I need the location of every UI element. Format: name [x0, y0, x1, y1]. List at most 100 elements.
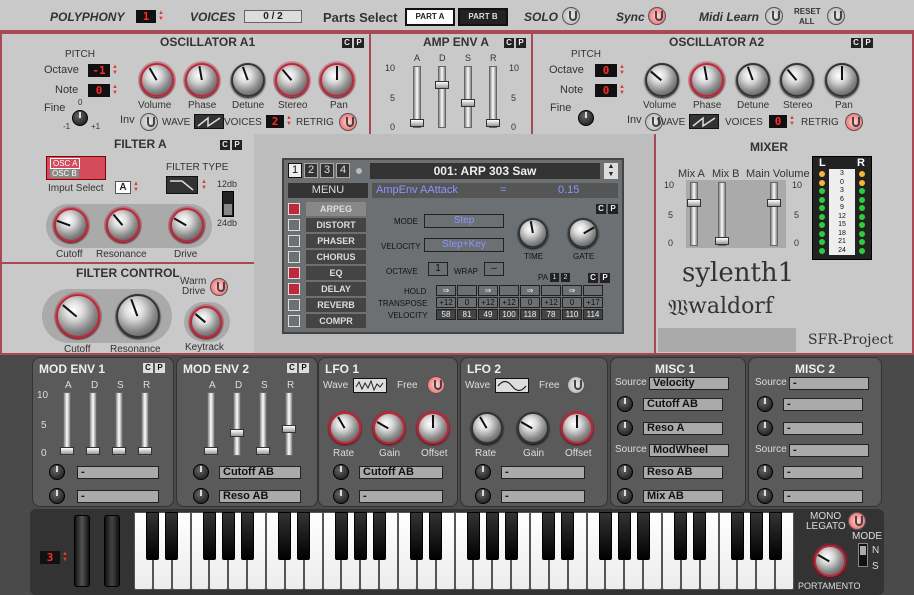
slider-cap[interactable] — [86, 447, 100, 455]
destination-2b[interactable]: Mix AB — [643, 490, 723, 503]
phase-knob[interactable] — [185, 63, 219, 97]
pa-button-1[interactable]: 1 — [550, 273, 559, 282]
portamento-knob[interactable] — [814, 545, 846, 577]
slider-cap[interactable] — [112, 447, 126, 455]
decay-slider[interactable] — [230, 392, 244, 456]
destination-1a[interactable]: - — [783, 398, 863, 411]
reset-all-power-icon[interactable] — [827, 7, 845, 25]
amount-knob-2a[interactable] — [617, 464, 633, 480]
checkbox-checked-icon[interactable] — [288, 203, 300, 215]
gain-knob[interactable] — [517, 412, 549, 444]
black-key[interactable] — [617, 512, 631, 560]
hold-arrow-icon[interactable]: ⇒ — [478, 285, 498, 296]
paste-button[interactable]: P — [299, 363, 309, 373]
hold-arrow-icon[interactable]: ⇒ — [562, 285, 582, 296]
volume-knob[interactable] — [140, 63, 174, 97]
velocity-cell[interactable]: 114 — [583, 309, 603, 320]
hold-arrow-icon[interactable]: ⇒ — [520, 285, 540, 296]
midi-learn-power-icon[interactable] — [765, 7, 783, 25]
black-key[interactable] — [561, 512, 575, 560]
tab-3[interactable]: 3 — [320, 163, 334, 178]
source-1[interactable]: Velocity — [649, 377, 729, 390]
amount-knob-2[interactable] — [193, 488, 209, 504]
destination-2[interactable]: - — [501, 490, 585, 503]
source-2[interactable]: ModWheel — [649, 444, 729, 457]
velocity-cell[interactable]: 110 — [562, 309, 582, 320]
note-stepper-icon[interactable]: ▲ ▼ — [619, 84, 625, 97]
stereo-knob[interactable] — [275, 63, 309, 97]
polyphony-value[interactable]: 1 — [136, 10, 156, 23]
mix-a-slider[interactable] — [687, 182, 701, 246]
amount-knob-2[interactable] — [333, 488, 349, 504]
sync-power-icon[interactable] — [648, 7, 666, 25]
black-key[interactable] — [429, 512, 443, 560]
transpose-cell[interactable]: +12 — [478, 297, 498, 308]
attack-slider[interactable] — [60, 392, 74, 456]
source-2[interactable]: - — [789, 444, 869, 457]
tab-4[interactable]: 4 — [336, 163, 350, 178]
mod-wheel[interactable] — [104, 515, 120, 587]
cutoff-knob[interactable] — [56, 294, 100, 338]
slider-cap[interactable] — [715, 237, 729, 245]
wave-selector[interactable] — [689, 114, 719, 129]
stereo-knob[interactable] — [780, 63, 814, 97]
hold-arrow-icon[interactable] — [583, 285, 603, 296]
fx-menu-item[interactable]: DISTORT — [288, 218, 368, 232]
copy-button-2[interactable]: C — [588, 273, 598, 283]
time-knob[interactable] — [518, 218, 548, 248]
note-stepper-icon[interactable]: ▲ ▼ — [112, 84, 118, 97]
sustain-slider[interactable] — [112, 392, 126, 456]
black-key[interactable] — [221, 512, 235, 560]
amount-knob-1[interactable] — [475, 464, 491, 480]
offset-knob[interactable] — [561, 412, 593, 444]
detune-knob[interactable] — [231, 63, 265, 97]
phase-knob[interactable] — [690, 63, 724, 97]
black-key[interactable] — [693, 512, 707, 560]
slope-switch[interactable] — [222, 191, 234, 217]
black-key[interactable] — [636, 512, 650, 560]
cutoff-knob[interactable] — [54, 208, 88, 242]
copy-button[interactable]: C — [851, 38, 861, 48]
switch-thumb[interactable] — [224, 204, 232, 215]
black-key[interactable] — [730, 512, 745, 560]
black-key[interactable] — [165, 512, 179, 560]
fx-menu-item[interactable]: REVERB — [288, 298, 368, 312]
fx-menu-item[interactable]: ARPEG — [288, 202, 368, 216]
destination-2[interactable]: - — [77, 490, 159, 503]
pa-button-2[interactable]: 2 — [561, 273, 570, 282]
source-1[interactable]: - — [789, 377, 869, 390]
fx-menu-item[interactable]: COMPR — [288, 314, 368, 328]
copy-button[interactable]: C — [596, 204, 606, 214]
hold-arrow-icon[interactable]: ⇒ — [436, 285, 456, 296]
attack-slider[interactable] — [410, 66, 424, 128]
filter-type-selector[interactable] — [166, 176, 198, 194]
input-select-value[interactable]: A — [115, 181, 131, 194]
velocity-cell[interactable]: 58 — [436, 309, 456, 320]
keytrack-knob[interactable] — [190, 306, 222, 338]
slider-cap[interactable] — [230, 429, 244, 437]
main-volume-slider[interactable] — [767, 182, 781, 246]
drive-knob[interactable] — [170, 208, 204, 242]
mode-switch[interactable] — [858, 543, 868, 567]
checkbox-icon[interactable] — [288, 235, 300, 247]
sustain-slider[interactable] — [256, 392, 270, 456]
black-key[interactable] — [674, 512, 688, 560]
fine-knob[interactable] — [72, 110, 88, 126]
octave-field[interactable]: 1 — [428, 262, 448, 276]
checkbox-icon[interactable] — [288, 219, 300, 231]
copy-button[interactable]: C — [143, 363, 153, 373]
lfo-wave-selector[interactable] — [495, 378, 529, 393]
fx-menu-item[interactable]: PHASER — [288, 234, 368, 248]
black-key[interactable] — [410, 512, 424, 560]
amount-knob-2[interactable] — [49, 488, 65, 504]
transpose-cell[interactable]: 0 — [520, 297, 540, 308]
sustain-slider[interactable] — [461, 66, 475, 128]
part-b-button[interactable]: PART B — [458, 8, 508, 26]
black-key[interactable] — [278, 512, 292, 560]
pitch-wheel[interactable] — [74, 515, 90, 587]
octave-stepper-icon[interactable]: ▲ ▼ — [112, 64, 118, 77]
mix-b-slider[interactable] — [715, 182, 729, 246]
destination-2a[interactable]: Reso AB — [643, 466, 723, 479]
slider-cap[interactable] — [256, 447, 270, 455]
slider-cap[interactable] — [767, 199, 781, 207]
